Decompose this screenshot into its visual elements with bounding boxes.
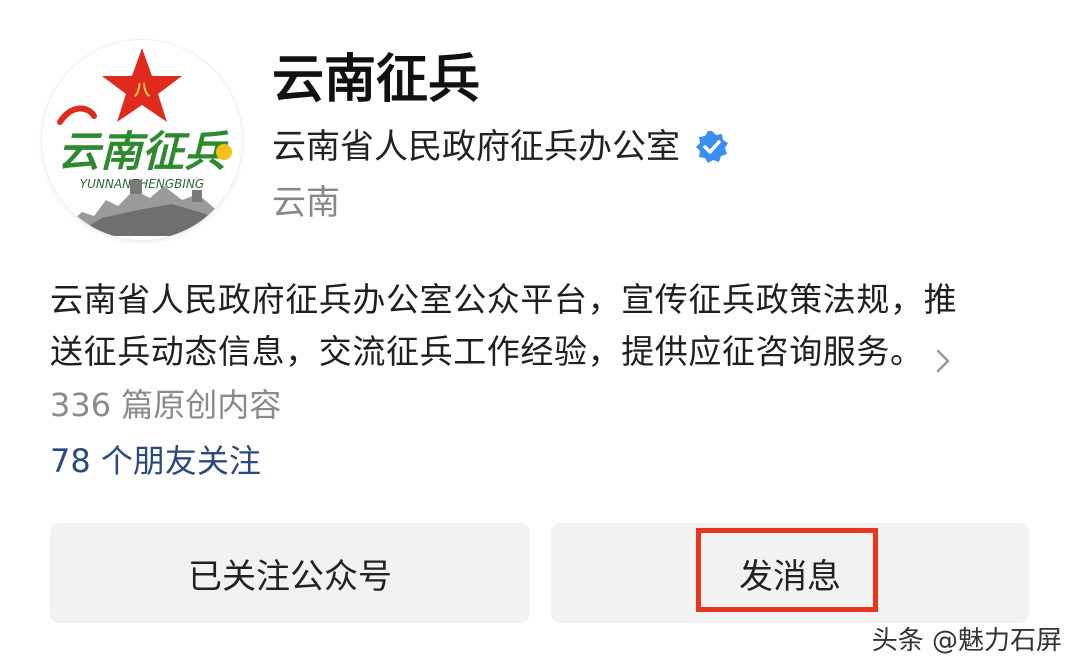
description-line-1: 云南省人民政府征兵办公室公众平台，宣传征兵政策法规，推 (50, 280, 958, 319)
description-line-2-text: 送征兵动态信息，交流征兵工作经验，提供应征咨询服务。 (50, 332, 924, 371)
followed-account-button[interactable]: 已关注公众号 (50, 523, 530, 623)
org-name: 云南省人民政府征兵办公室 (272, 127, 680, 167)
svg-text:八: 八 (133, 80, 151, 99)
avatar-logo: 八 云南征兵 YUNNANZHENGBING (42, 40, 242, 240)
chevron-right-icon[interactable] (934, 339, 952, 372)
send-message-button[interactable]: 发消息 (551, 523, 1029, 623)
friends-following-link[interactable]: 78 个朋友关注 (50, 438, 261, 484)
account-description[interactable]: 云南省人民政府征兵办公室公众平台，宣传征兵政策法规，推 送征兵动态信息，交流征兵… (50, 274, 1035, 378)
account-name: 云南征兵 (272, 50, 481, 110)
watermark: 头条 @魅力石屏 (871, 626, 1062, 656)
location-label: 云南 (272, 183, 340, 223)
avatar[interactable]: 八 云南征兵 YUNNANZHENGBING (42, 40, 242, 240)
verified-badge-icon[interactable] (694, 129, 730, 165)
description-line-2: 送征兵动态信息，交流征兵工作经验，提供应征咨询服务。 (50, 326, 1035, 378)
org-row: 云南省人民政府征兵办公室 (272, 124, 730, 170)
avatar-logo-text: 云南征兵 (58, 127, 229, 176)
original-articles-count[interactable]: 336 篇原创内容 (50, 382, 281, 428)
